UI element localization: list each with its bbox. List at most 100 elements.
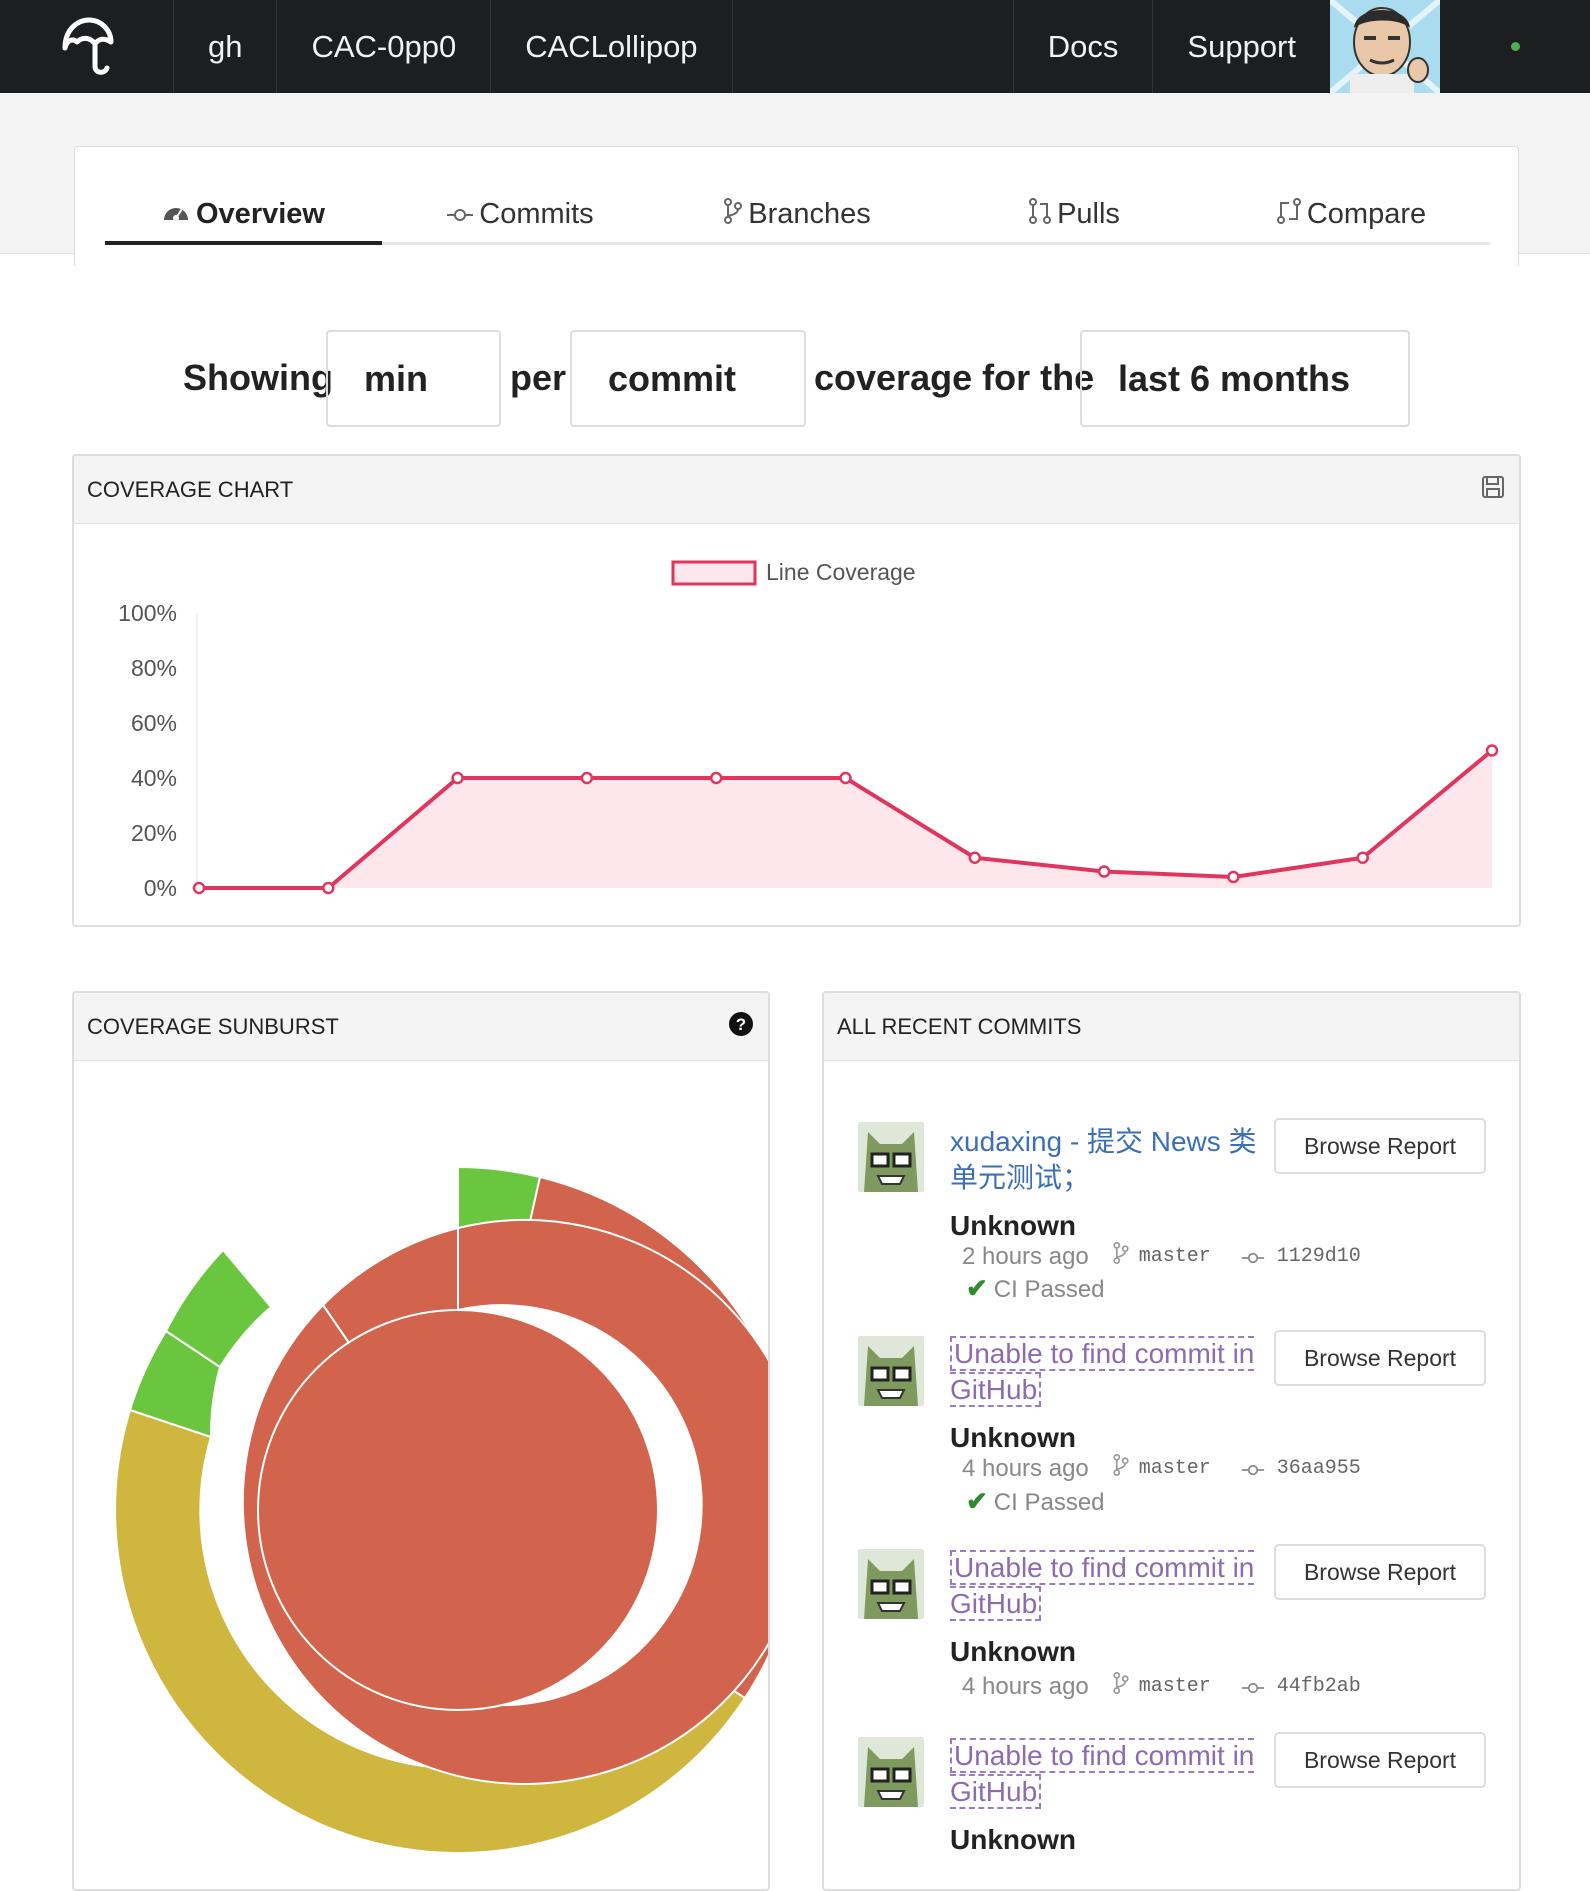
nav-repo[interactable]: CACLollipop bbox=[491, 0, 733, 93]
legend-label: Line Coverage bbox=[766, 559, 916, 585]
time-range-select[interactable]: last 6 months bbox=[1080, 330, 1410, 427]
commit-author: Unknown bbox=[950, 1824, 1076, 1855]
commit-not-found-message: Unable to find commit in GitHub bbox=[950, 1738, 1280, 1810]
commit-meta: 2 hours ago master 1129d10 bbox=[962, 1242, 1361, 1271]
chart-legend: Line Coverage bbox=[671, 559, 916, 586]
tab-label: Branches bbox=[748, 198, 871, 230]
unit-select[interactable]: commit bbox=[570, 330, 806, 427]
commit-time: 4 hours ago bbox=[962, 1454, 1089, 1482]
coverage-data-point[interactable] bbox=[451, 771, 464, 785]
ci-status: ✔ CI Passed bbox=[966, 1486, 1105, 1517]
commit-branch[interactable]: master bbox=[1139, 1457, 1211, 1480]
commit-not-found-message: Unable to find commit in GitHub bbox=[950, 1336, 1280, 1408]
coverage-chart-header: COVERAGE CHART bbox=[74, 456, 1519, 524]
umbrella-logo-icon bbox=[62, 17, 113, 75]
y-tick-label: 40% bbox=[131, 765, 177, 791]
branch-icon bbox=[1113, 1672, 1129, 1701]
y-tick-label: 20% bbox=[131, 820, 177, 846]
tab-branches[interactable]: Branches bbox=[659, 187, 936, 242]
status-indicator bbox=[1440, 0, 1590, 93]
legend-swatch bbox=[671, 560, 757, 586]
commit-not-found-text: Unable to find commit in GitHub bbox=[950, 1550, 1255, 1621]
nav-docs[interactable]: Docs bbox=[1014, 0, 1154, 93]
commit-author: Unknown bbox=[950, 1636, 1076, 1667]
commit-time: 4 hours ago bbox=[962, 1672, 1089, 1700]
y-tick-label: 80% bbox=[131, 655, 177, 681]
coverage-data-point[interactable] bbox=[839, 771, 852, 785]
dashboard-icon bbox=[162, 200, 190, 229]
commits-header: ALL RECENT COMMITS bbox=[824, 993, 1519, 1061]
pull-request-icon bbox=[1029, 198, 1052, 231]
coverage-data-point[interactable] bbox=[968, 851, 982, 864]
coverage-sunburst-panel: COVERAGE SUNBURST ? bbox=[72, 991, 770, 1891]
commit-sha[interactable]: 36aa955 bbox=[1277, 1457, 1361, 1480]
filter-label-per: per bbox=[510, 357, 567, 398]
commit-sha[interactable]: 44fb2ab bbox=[1277, 1675, 1361, 1698]
user-avatar[interactable] bbox=[1330, 0, 1440, 93]
ci-status-label: CI Passed bbox=[993, 1489, 1105, 1516]
commit-icon bbox=[1241, 1673, 1265, 1701]
nav-support[interactable]: Support bbox=[1153, 0, 1330, 93]
filter-label-showing: Showing bbox=[183, 357, 333, 398]
commit-author-avatar bbox=[858, 1549, 924, 1619]
question-circle-icon[interactable]: ? bbox=[728, 1011, 754, 1043]
browse-report-button[interactable]: Browse Report bbox=[1274, 1118, 1486, 1174]
filter-label-coverage: coverage for the bbox=[814, 357, 1095, 398]
y-tick-label: 100% bbox=[118, 600, 177, 626]
tab-label: Overview bbox=[196, 197, 325, 230]
coverage-data-point[interactable] bbox=[580, 771, 594, 785]
coverage-filter: Showing min per commit coverage for the … bbox=[0, 330, 1590, 427]
tab-label: Compare bbox=[1306, 198, 1427, 230]
commit-branch[interactable]: master bbox=[1139, 1245, 1211, 1268]
commit-author: Unknown bbox=[950, 1422, 1076, 1453]
coverage-data-point[interactable] bbox=[709, 771, 723, 785]
tab-overview[interactable]: Overview bbox=[105, 187, 382, 245]
home-logo-link[interactable] bbox=[0, 0, 174, 93]
commit-not-found-text: Unable to find commit in GitHub bbox=[950, 1336, 1255, 1407]
commit-author-avatar bbox=[858, 1737, 924, 1807]
y-tick-label: 0% bbox=[144, 875, 177, 901]
commit-message-link[interactable]: xudaxing - 提交 News 类单元测试； bbox=[950, 1124, 1280, 1196]
tab-compare[interactable]: Compare bbox=[1213, 187, 1490, 242]
commit-meta: 4 hours ago master 44fb2ab bbox=[962, 1672, 1361, 1701]
ci-status-label: CI Passed bbox=[993, 1276, 1105, 1303]
svg-text:?: ? bbox=[736, 1015, 746, 1034]
coverage-data-point[interactable] bbox=[1356, 851, 1369, 864]
tab-label: Commits bbox=[479, 198, 594, 230]
navbar-spacer bbox=[733, 0, 1014, 93]
commit-author-avatar bbox=[858, 1336, 924, 1406]
commit-not-found-text: Unable to find commit in GitHub bbox=[950, 1738, 1255, 1809]
nav-service-gh[interactable]: gh bbox=[174, 0, 278, 93]
branch-icon bbox=[1113, 1454, 1129, 1483]
coverage-data-point[interactable] bbox=[1227, 870, 1240, 884]
commit-author-avatar bbox=[858, 1122, 924, 1192]
nav-owner[interactable]: CAC-0pp0 bbox=[277, 0, 492, 93]
top-navbar: gh CAC-0pp0 CACLollipop Docs Support bbox=[0, 0, 1590, 93]
tab-pulls[interactable]: Pulls bbox=[936, 187, 1213, 242]
commit-not-found-message: Unable to find commit in GitHub bbox=[950, 1550, 1280, 1622]
coverage-data-point[interactable] bbox=[322, 881, 335, 895]
sunburst-chart bbox=[114, 1165, 768, 1855]
aggregate-select[interactable]: min bbox=[326, 330, 501, 427]
check-icon: ✔ bbox=[966, 1486, 988, 1516]
coverage-data-point[interactable] bbox=[1097, 865, 1111, 878]
browse-report-button[interactable]: Browse Report bbox=[1274, 1330, 1486, 1386]
commit-meta: 4 hours ago master 36aa955 bbox=[962, 1454, 1361, 1483]
sunburst-root[interactable] bbox=[257, 1309, 659, 1711]
tab-commits[interactable]: Commits bbox=[382, 187, 659, 242]
y-tick-label: 60% bbox=[131, 710, 177, 736]
commit-branch[interactable]: master bbox=[1139, 1675, 1211, 1698]
branch-icon bbox=[1113, 1242, 1129, 1271]
commits-panel-title: ALL RECENT COMMITS bbox=[837, 1013, 1082, 1039]
commit-sha[interactable]: 1129d10 bbox=[1277, 1245, 1361, 1268]
browse-report-button[interactable]: Browse Report bbox=[1274, 1732, 1486, 1788]
browse-report-button[interactable]: Browse Report bbox=[1274, 1544, 1486, 1600]
sunburst-title: COVERAGE SUNBURST bbox=[87, 1013, 339, 1039]
ci-status: ✔ CI Passed bbox=[966, 1273, 1105, 1304]
compare-icon bbox=[1276, 198, 1301, 231]
save-icon[interactable] bbox=[1481, 475, 1505, 505]
coverage-data-point[interactable] bbox=[192, 881, 206, 895]
coverage-line-chart: Line Coverage 100% 80% 60% 40% 20% 0% bbox=[118, 559, 1499, 901]
coverage-data-point[interactable] bbox=[1485, 744, 1499, 757]
coverage-chart-title: COVERAGE CHART bbox=[87, 476, 294, 502]
